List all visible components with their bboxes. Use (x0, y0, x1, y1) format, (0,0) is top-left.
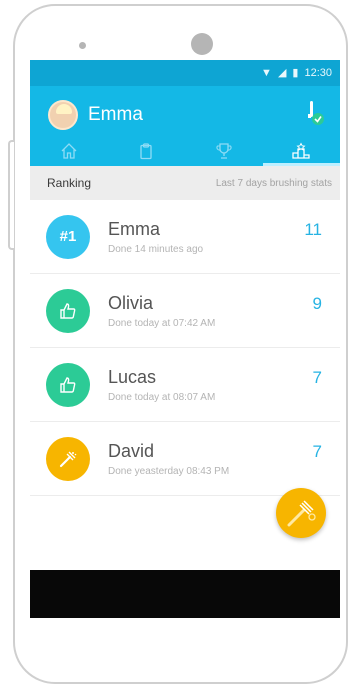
trophy-icon (216, 143, 232, 159)
row-detail: Done 14 minutes ago (108, 243, 204, 255)
ranking-subtitle: Last 7 days brushing stats (215, 177, 332, 189)
app-header: Emma (30, 86, 340, 166)
ranking-list: #1 Emma Done 14 minutes ago 11 Olivia Do… (30, 200, 340, 496)
status-time: 12:30 (304, 67, 332, 79)
front-camera (191, 33, 213, 55)
signal-icon: ◢ (277, 66, 287, 79)
row-score: 11 (304, 220, 322, 239)
row-score: 7 (312, 368, 322, 387)
toothbrush-icon (46, 436, 90, 481)
rank-badge: #1 (46, 214, 90, 259)
row-detail: Done today at 08:07 AM (108, 391, 216, 403)
tab-tasks[interactable] (108, 136, 186, 166)
tab-rewards[interactable] (185, 136, 263, 166)
tab-bar (30, 136, 340, 166)
app-screen: ▼ ◢ ▮ 12:30 Emma Ranking Last 7 days bru… (30, 60, 340, 618)
thumbs-up-icon (46, 288, 90, 333)
row-name: Olivia (108, 292, 154, 313)
row-detail: Done yeasterday 08:43 PM (108, 465, 230, 477)
tab-home[interactable] (30, 136, 108, 166)
side-button (8, 140, 14, 250)
ranking-title: Ranking (47, 176, 92, 190)
row-score: 7 (312, 442, 322, 461)
sensor-dot (79, 42, 86, 49)
row-name: Lucas (108, 366, 157, 387)
tab-ranking[interactable] (262, 136, 341, 166)
list-item[interactable]: David Done yeasterday 08:43 PM 7 (30, 422, 340, 496)
list-item[interactable]: Olivia Done today at 07:42 AM 9 (30, 274, 340, 348)
user-name: Emma (88, 104, 143, 125)
toothbrush-icon (287, 500, 316, 527)
home-icon (61, 143, 77, 159)
row-name: David (108, 440, 155, 461)
brush-fab-button[interactable] (276, 488, 326, 538)
podium-icon (292, 142, 310, 159)
avatar[interactable] (48, 100, 78, 130)
system-nav-bar (30, 570, 340, 618)
list-item[interactable]: Lucas Done today at 08:07 AM 7 (30, 348, 340, 422)
ranking-header: Ranking Last 7 days brushing stats (30, 166, 340, 200)
row-score: 9 (312, 294, 322, 313)
status-bar: ▼ ◢ ▮ 12:30 (30, 60, 340, 86)
row-name: Emma (108, 218, 161, 239)
battery-icon: ▮ (292, 66, 299, 79)
thumbs-up-icon (46, 362, 90, 407)
user-profile[interactable]: Emma (48, 100, 143, 130)
row-detail: Done today at 07:42 AM (108, 317, 216, 329)
list-item[interactable]: #1 Emma Done 14 minutes ago 11 (30, 200, 340, 274)
toothbrush-check-icon[interactable] (304, 100, 326, 126)
clipboard-icon (140, 143, 152, 160)
wifi-icon: ▼ (261, 66, 272, 79)
